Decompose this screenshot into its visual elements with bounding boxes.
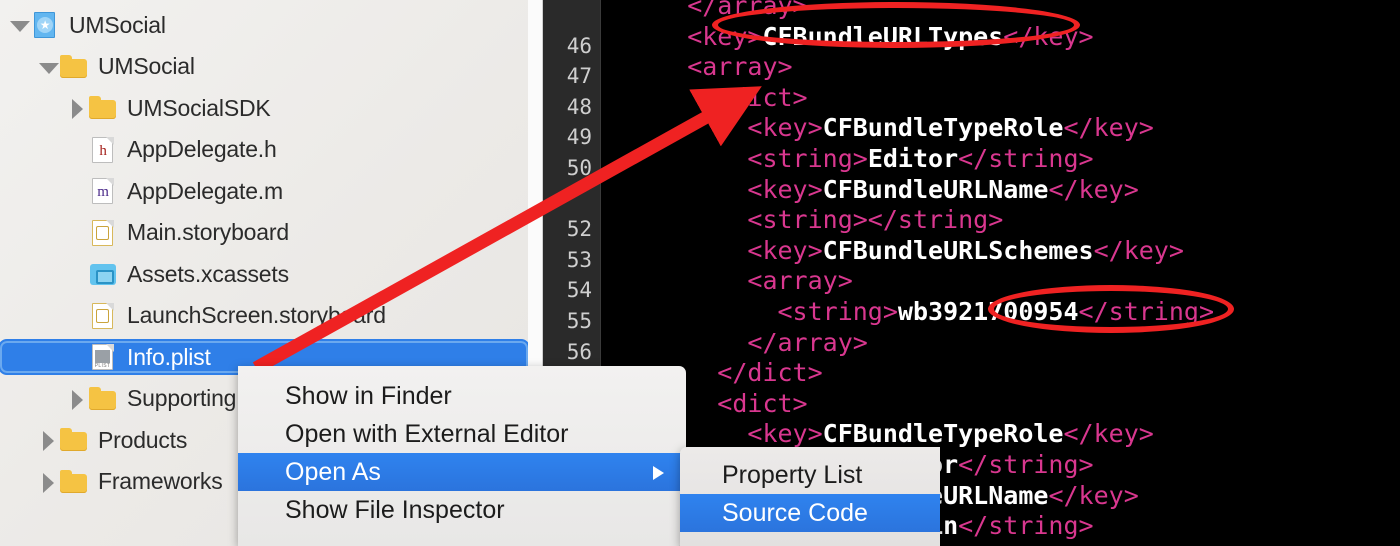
submenu-item-label: Property List (722, 460, 863, 489)
submenu-arrow-icon (653, 466, 664, 480)
pointer-arrow-icon (252, 86, 762, 374)
open-as-submenu[interactable]: Property List Source Code (680, 447, 940, 546)
xcode-window: ★ UMSocial UMSocial UMSocialSDK h AppDelegate… (0, 0, 1400, 546)
submenu-item-property-list[interactable]: Property List (680, 456, 940, 494)
submenu-item-label: Source Code (722, 498, 868, 527)
context-menu[interactable]: Show in Finder Open with External Editor O… (238, 366, 686, 546)
menu-item-label: Open with External Editor (285, 419, 569, 448)
menu-item-label: Show File Inspector (285, 495, 505, 524)
menu-item-show-in-finder[interactable]: Show in Finder (238, 377, 686, 415)
menu-item-show-file-inspector[interactable]: Show File Inspector (238, 491, 686, 529)
submenu-item-source-code[interactable]: Source Code (680, 494, 940, 532)
menu-item-open-as[interactable]: Open As (238, 453, 686, 491)
menu-item-label: Show in Finder (285, 381, 452, 410)
menu-item-open-with-external-editor[interactable]: Open with External Editor (238, 415, 686, 453)
menu-item-label: Open As (285, 457, 381, 486)
